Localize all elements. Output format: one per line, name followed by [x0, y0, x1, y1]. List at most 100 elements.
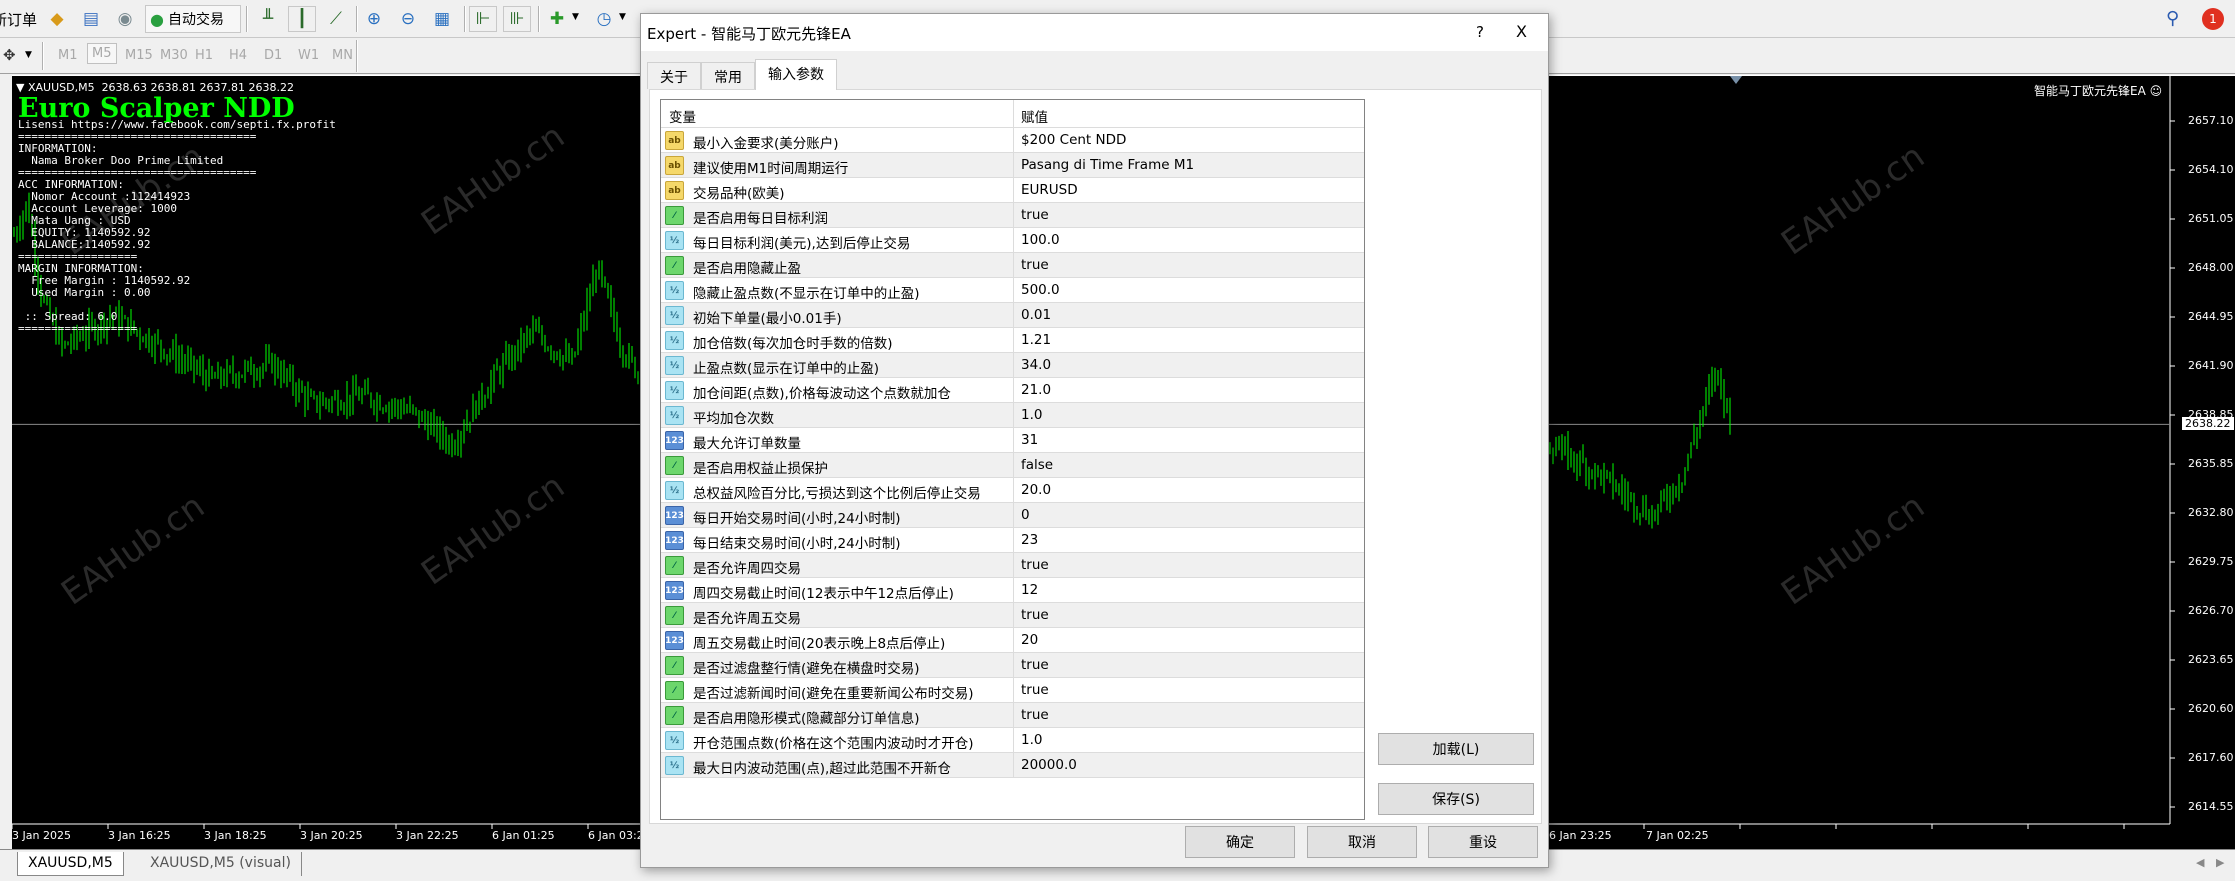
- param-value[interactable]: true: [1021, 682, 1049, 698]
- param-value[interactable]: 1.0: [1021, 732, 1042, 748]
- timeframe-w1[interactable]: W1: [298, 48, 319, 63]
- param-row[interactable]: ⁄ 是否过滤新闻时间(避免在重要新闻公布时交易) true: [661, 678, 1364, 703]
- param-value[interactable]: 20000.0: [1021, 757, 1077, 773]
- param-row[interactable]: ½ 总权益风险百分比,亏损达到这个比例后停止交易 20.0: [661, 478, 1364, 503]
- cancel-button[interactable]: 取消: [1307, 826, 1417, 858]
- param-row[interactable]: ½ 初始下单量(最小0.01手) 0.01: [661, 303, 1364, 328]
- param-value[interactable]: 1.21: [1021, 332, 1051, 348]
- tile-windows-icon[interactable]: ▦: [428, 6, 456, 32]
- param-value[interactable]: $200 Cent NDD: [1021, 132, 1126, 148]
- line-chart-icon[interactable]: ⟋: [322, 6, 350, 32]
- search-icon[interactable]: ⚲: [2166, 8, 2179, 29]
- param-row[interactable]: ½ 最大日内波动范围(点),超过此范围不开新仓 20000.0: [661, 753, 1364, 778]
- new-order-button[interactable]: 新订单: [0, 9, 37, 30]
- param-value[interactable]: 34.0: [1021, 357, 1051, 373]
- param-row[interactable]: 123 每日开始交易时间(小时,24小时制) 0: [661, 503, 1364, 528]
- navigator-icon[interactable]: ▤: [77, 6, 105, 32]
- metaeditor-icon[interactable]: ◆: [43, 6, 71, 32]
- param-row[interactable]: ½ 加仓间距(点数),价格每波动这个点数就加仓 21.0: [661, 378, 1364, 403]
- indicators-icon[interactable]: ✚: [543, 6, 571, 32]
- timeframe-h1[interactable]: H1: [195, 48, 213, 63]
- param-value[interactable]: 0.01: [1021, 307, 1051, 323]
- candlestick-icon[interactable]: ┃: [288, 6, 316, 32]
- param-value[interactable]: 100.0: [1021, 232, 1060, 248]
- param-row[interactable]: ½ 止盈点数(显示在订单中的止盈) 34.0: [661, 353, 1364, 378]
- tab-inputs[interactable]: 输入参数: [755, 59, 837, 90]
- param-value[interactable]: true: [1021, 257, 1049, 273]
- reset-button[interactable]: 重设: [1428, 826, 1538, 858]
- chevron-down-icon[interactable]: ▼: [572, 12, 579, 22]
- param-value[interactable]: 23: [1021, 532, 1038, 548]
- auto-scroll-icon[interactable]: ⊩: [469, 6, 497, 32]
- param-value[interactable]: 21.0: [1021, 382, 1051, 398]
- column-header-value[interactable]: 赋值: [1021, 106, 1048, 126]
- param-row[interactable]: ½ 加仓倍数(每次加仓时手数的倍数) 1.21: [661, 328, 1364, 353]
- param-row[interactable]: ⁄ 是否允许周四交易 true: [661, 553, 1364, 578]
- param-value[interactable]: true: [1021, 207, 1049, 223]
- timeframe-m30[interactable]: M30: [160, 48, 188, 63]
- tab-common[interactable]: 常用: [701, 62, 755, 89]
- param-value[interactable]: false: [1021, 457, 1053, 473]
- param-value[interactable]: 12: [1021, 582, 1038, 598]
- param-row[interactable]: ⁄ 是否允许周五交易 true: [661, 603, 1364, 628]
- param-row[interactable]: ½ 平均加仓次数 1.0: [661, 403, 1364, 428]
- separator: [42, 42, 44, 70]
- timeframe-m1[interactable]: M1: [58, 48, 78, 63]
- drawing-tools-icon[interactable]: ✥: [3, 46, 16, 64]
- param-row[interactable]: 123 周四交易截止时间(12表示中午12点后停止) 12: [661, 578, 1364, 603]
- chart-tab-xauusd-m5[interactable]: XAUUSD,M5: [17, 852, 124, 876]
- param-value[interactable]: 500.0: [1021, 282, 1060, 298]
- param-row[interactable]: 123 最大允许订单数量 31: [661, 428, 1364, 453]
- ok-button[interactable]: 确定: [1185, 826, 1295, 858]
- bar-chart-icon[interactable]: ╨: [254, 6, 282, 32]
- chart-tab-xauusd-m5-visual[interactable]: XAUUSD,M5 (visual): [140, 852, 302, 876]
- timeframe-m15[interactable]: M15: [125, 48, 153, 63]
- param-value[interactable]: 31: [1021, 432, 1038, 448]
- timeframe-h4[interactable]: H4: [229, 48, 247, 63]
- load-button[interactable]: 加载(L): [1378, 733, 1534, 765]
- param-value[interactable]: EURUSD: [1021, 182, 1078, 198]
- close-button[interactable]: X: [1516, 22, 1527, 41]
- param-value[interactable]: 0: [1021, 507, 1030, 523]
- param-row[interactable]: ½ 隐藏止盈点数(不显示在订单中的止盈) 500.0: [661, 278, 1364, 303]
- timeframe-m5[interactable]: M5: [87, 43, 117, 64]
- param-value[interactable]: 20.0: [1021, 482, 1051, 498]
- param-value[interactable]: true: [1021, 607, 1049, 623]
- column-header-variable[interactable]: 变量: [669, 106, 696, 126]
- save-button[interactable]: 保存(S): [1378, 783, 1534, 815]
- param-row[interactable]: ⁄ 是否过滤盘整行情(避免在横盘时交易) true: [661, 653, 1364, 678]
- param-value[interactable]: Pasang di Time Frame M1: [1021, 157, 1194, 173]
- param-value[interactable]: 1.0: [1021, 407, 1042, 423]
- signals-icon[interactable]: ◉: [111, 6, 139, 32]
- param-row[interactable]: ab 交易品种(欧美) EURUSD: [661, 178, 1364, 203]
- notification-badge[interactable]: 1: [2202, 8, 2224, 30]
- param-row[interactable]: ⁄ 是否启用每日目标利润 true: [661, 203, 1364, 228]
- tab-about[interactable]: 关于: [647, 62, 701, 89]
- zoom-out-icon[interactable]: ⊖: [394, 6, 422, 32]
- param-row[interactable]: ab 最小入金要求(美分账户) $200 Cent NDD: [661, 128, 1364, 153]
- param-row[interactable]: 123 每日结束交易时间(小时,24小时制) 23: [661, 528, 1364, 553]
- chevron-down-icon[interactable]: ▼: [25, 50, 32, 60]
- scroll-right-icon[interactable]: ▶: [2216, 856, 2224, 869]
- param-row[interactable]: ⁄ 是否启用权益止损保护 false: [661, 453, 1364, 478]
- param-value[interactable]: 20: [1021, 632, 1038, 648]
- auto-trading-button[interactable]: ● 自动交易: [145, 5, 241, 33]
- periods-icon[interactable]: ◷: [590, 6, 618, 32]
- scroll-left-icon[interactable]: ◀: [2196, 856, 2204, 869]
- param-value[interactable]: true: [1021, 557, 1049, 573]
- chart-shift-marker[interactable]: [1730, 76, 1742, 84]
- param-row[interactable]: ½ 开仓范围点数(价格在这个范围内波动时才开仓) 1.0: [661, 728, 1364, 753]
- help-button[interactable]: ?: [1476, 23, 1484, 41]
- param-value[interactable]: true: [1021, 707, 1049, 723]
- chart-shift-icon[interactable]: ⊪: [503, 6, 531, 32]
- timeframe-d1[interactable]: D1: [264, 48, 282, 63]
- zoom-in-icon[interactable]: ⊕: [360, 6, 388, 32]
- param-row[interactable]: ⁄ 是否启用隐形模式(隐藏部分订单信息) true: [661, 703, 1364, 728]
- chevron-down-icon[interactable]: ▼: [619, 12, 626, 22]
- param-row[interactable]: 123 周五交易截止时间(20表示晚上8点后停止) 20: [661, 628, 1364, 653]
- timeframe-mn[interactable]: MN: [332, 48, 353, 63]
- param-value[interactable]: true: [1021, 657, 1049, 673]
- param-row[interactable]: ⁄ 是否启用隐藏止盈 true: [661, 253, 1364, 278]
- param-row[interactable]: ab 建议使用M1时间周期运行 Pasang di Time Frame M1: [661, 153, 1364, 178]
- param-row[interactable]: ½ 每日目标利润(美元),达到后停止交易 100.0: [661, 228, 1364, 253]
